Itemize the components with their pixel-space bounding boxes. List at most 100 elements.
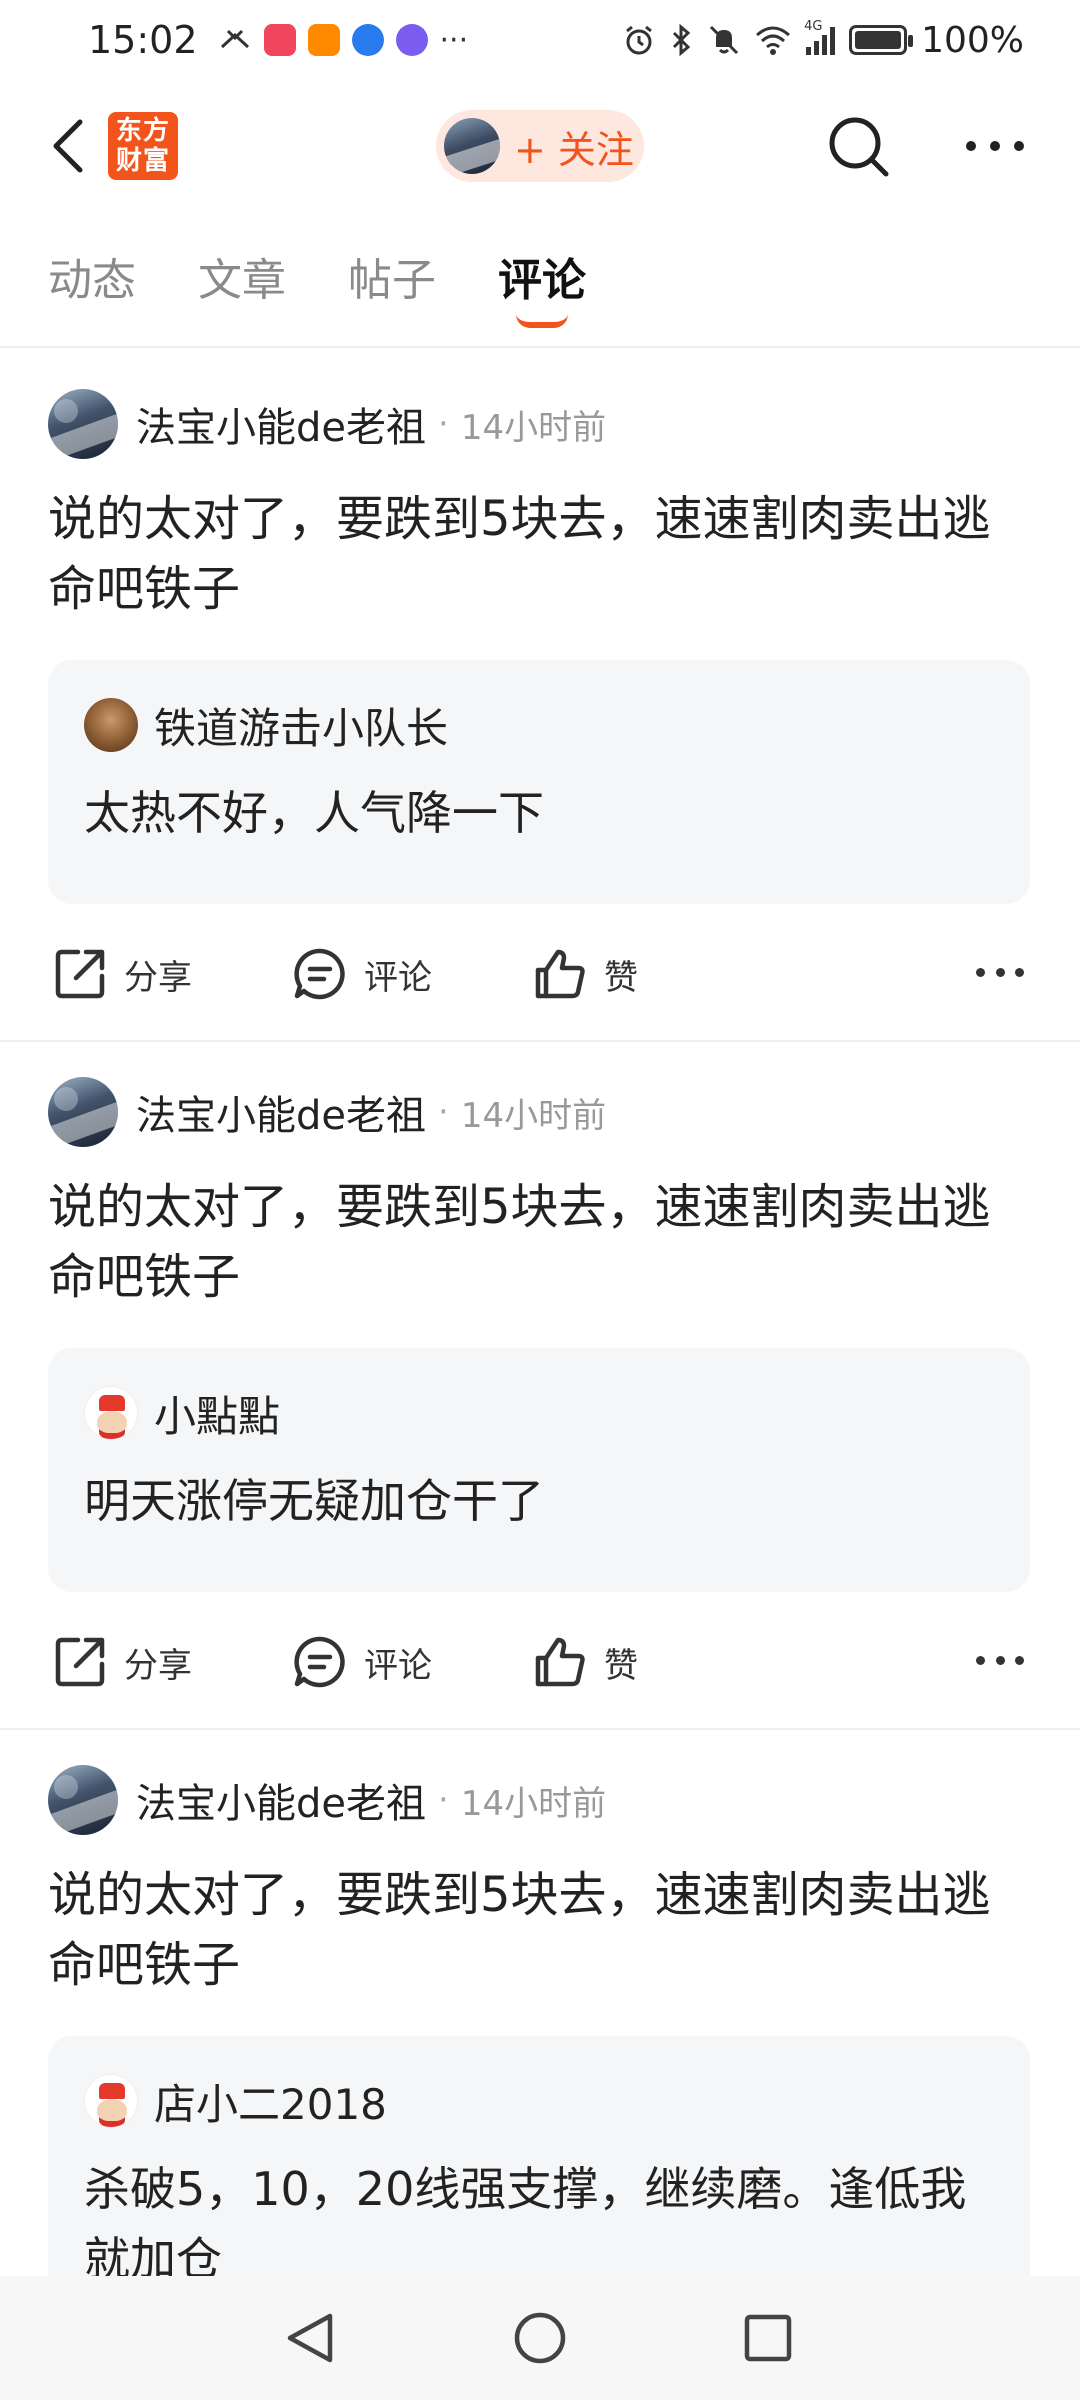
quoted-text: 太热不好，人气降一下 xyxy=(84,786,544,840)
quoted-comment[interactable]: 店小二2018 杀破5，10，20线强支撑，继续磨。逢低我就加仓 xyxy=(48,2036,1030,2276)
separator-dot: · xyxy=(438,1092,449,1132)
user-avatar xyxy=(444,118,500,174)
comment-card: 法宝小能de老祖 · 14小时前 说的太对了，要跌到5块去，速速割肉卖出逃命吧铁… xyxy=(0,388,1080,1040)
system-navigation-bar xyxy=(0,2276,1080,2400)
quoted-author-avatar[interactable] xyxy=(84,1386,138,1440)
battery-icon xyxy=(849,25,914,55)
quoted-text: 明天涨停无疑加仓干了 xyxy=(84,1474,544,1528)
brand-logo-line1: 东方 xyxy=(115,116,170,146)
more-icon xyxy=(976,1656,985,1665)
quoted-comment[interactable]: 铁道游击小队长 太热不好，人气降一下 xyxy=(48,660,1030,904)
action-bar: 分享 评论 赞 xyxy=(0,934,1080,1014)
more-notifications-icon: ··· xyxy=(439,22,469,58)
video-player-app-icon xyxy=(307,24,340,56)
quoted-author-name[interactable]: 小點點 xyxy=(154,1383,280,1444)
tab-posts[interactable]: 帖子 xyxy=(348,244,436,308)
tab-bar: 动态 文章 帖子 评论 xyxy=(0,228,1080,348)
comment-text[interactable]: 说的太对了，要跌到5块去，速速割肉卖出逃命吧铁子 xyxy=(48,1860,1008,2000)
comment-author-row[interactable]: 法宝小能de老祖 · 14小时前 xyxy=(48,388,606,460)
share-button[interactable]: 分享 xyxy=(52,1622,192,1702)
comment-bubble-icon xyxy=(294,948,345,1000)
comment-author-row[interactable]: 法宝小能de老祖 · 14小时前 xyxy=(48,1076,606,1148)
nav-back-icon xyxy=(287,2313,333,2363)
search-button[interactable] xyxy=(826,114,892,180)
like-label: 赞 xyxy=(604,957,638,998)
share-icon xyxy=(55,1637,105,1687)
nav-recents-icon xyxy=(744,2314,792,2362)
comment-time: 14小时前 xyxy=(460,407,607,448)
comment-text[interactable]: 说的太对了，要跌到5块去，速速割肉卖出逃命吧铁子 xyxy=(48,1172,1008,1312)
back-button[interactable] xyxy=(40,116,96,176)
comment-time: 14小时前 xyxy=(460,1095,607,1136)
tab-articles[interactable]: 文章 xyxy=(198,244,286,308)
nav-recents-button[interactable] xyxy=(738,2308,798,2368)
action-bar: 分享 评论 赞 xyxy=(0,1622,1080,1702)
author-avatar[interactable] xyxy=(48,389,118,459)
comment-time: 14小时前 xyxy=(460,1783,607,1824)
quoted-author-name[interactable]: 店小二2018 xyxy=(154,2071,387,2132)
missed-call-icon xyxy=(220,29,249,49)
quoted-author-avatar[interactable] xyxy=(84,2074,138,2128)
top-app-bar: 东方 财富 + 关注 xyxy=(0,100,1080,192)
nav-home-button[interactable] xyxy=(510,2308,570,2368)
status-bar: 15:02 ··· 4G 100% xyxy=(0,0,1080,80)
quoted-author-avatar[interactable] xyxy=(84,698,138,752)
alarm-icon xyxy=(626,25,653,55)
browser-app-icon xyxy=(351,24,384,56)
signal-icon: 4G xyxy=(804,19,836,55)
separator-dot: · xyxy=(438,404,449,444)
share-label: 分享 xyxy=(124,1645,192,1686)
nav-back-button[interactable] xyxy=(280,2308,340,2368)
like-button[interactable]: 赞 xyxy=(532,934,638,1014)
quoted-text: 杀破5，10，20线强支撑，继续磨。逢低我就加仓 xyxy=(84,2162,967,2276)
huawei-video-app-icon xyxy=(263,24,296,56)
status-time: 15:02 xyxy=(88,18,198,62)
music-app-icon xyxy=(395,24,428,56)
comment-card: 法宝小能de老祖 · 14小时前 说的太对了，要跌到5块去，速速割肉卖出逃命吧铁… xyxy=(0,1076,1080,1728)
search-icon xyxy=(829,117,889,177)
follow-label: + 关注 xyxy=(514,127,634,172)
tab-dynamics[interactable]: 动态 xyxy=(48,244,136,308)
tab-comments[interactable]: 评论 xyxy=(498,244,586,308)
author-avatar[interactable] xyxy=(48,1765,118,1835)
more-options-button[interactable] xyxy=(962,126,1028,166)
mute-icon xyxy=(710,25,739,55)
like-button[interactable]: 赞 xyxy=(532,1622,638,1702)
separator-dot: · xyxy=(438,1780,449,1820)
comment-bubble-icon xyxy=(294,1636,345,1688)
battery-percentage: 100% xyxy=(921,19,1024,61)
comment-more-button[interactable] xyxy=(976,1656,1024,1668)
author-name[interactable]: 法宝小能de老祖 xyxy=(136,395,426,453)
network-type-label: 4G xyxy=(804,19,823,34)
author-name[interactable]: 法宝小能de老祖 xyxy=(136,1083,426,1141)
author-avatar[interactable] xyxy=(48,1077,118,1147)
wifi-icon xyxy=(756,26,791,55)
thumbs-up-icon xyxy=(535,949,585,999)
like-label: 赞 xyxy=(604,1645,638,1686)
more-icon xyxy=(966,141,976,151)
comment-label: 评论 xyxy=(364,957,432,998)
thumbs-up-icon xyxy=(535,1637,585,1687)
comment-author-row[interactable]: 法宝小能de老祖 · 14小时前 xyxy=(48,1764,606,1836)
share-label: 分享 xyxy=(124,957,192,998)
brand-logo-line2: 财富 xyxy=(115,146,170,176)
eastmoney-logo[interactable]: 东方 财富 xyxy=(108,112,178,180)
comment-text[interactable]: 说的太对了，要跌到5块去，速速割肉卖出逃命吧铁子 xyxy=(48,484,1008,624)
quoted-comment[interactable]: 小點點 明天涨停无疑加仓干了 xyxy=(48,1348,1030,1592)
comment-button[interactable]: 评论 xyxy=(292,934,432,1014)
comment-card: 法宝小能de老祖 · 14小时前 说的太对了，要跌到5块去，速速割肉卖出逃命吧铁… xyxy=(0,1764,1080,2276)
active-tab-indicator xyxy=(516,314,568,328)
nav-home-icon xyxy=(514,2312,566,2364)
bluetooth-icon xyxy=(673,23,691,57)
comment-button[interactable]: 评论 xyxy=(292,1622,432,1702)
share-icon xyxy=(55,949,105,999)
divider xyxy=(0,1040,1080,1042)
comment-more-button[interactable] xyxy=(976,968,1024,980)
quoted-author-name[interactable]: 铁道游击小队长 xyxy=(154,695,448,756)
back-chevron-icon xyxy=(53,119,83,173)
author-name[interactable]: 法宝小能de老祖 xyxy=(136,1771,426,1829)
share-button[interactable]: 分享 xyxy=(52,934,192,1014)
comment-label: 评论 xyxy=(364,1645,432,1686)
more-icon xyxy=(976,968,985,977)
follow-button[interactable]: + 关注 xyxy=(436,110,644,182)
